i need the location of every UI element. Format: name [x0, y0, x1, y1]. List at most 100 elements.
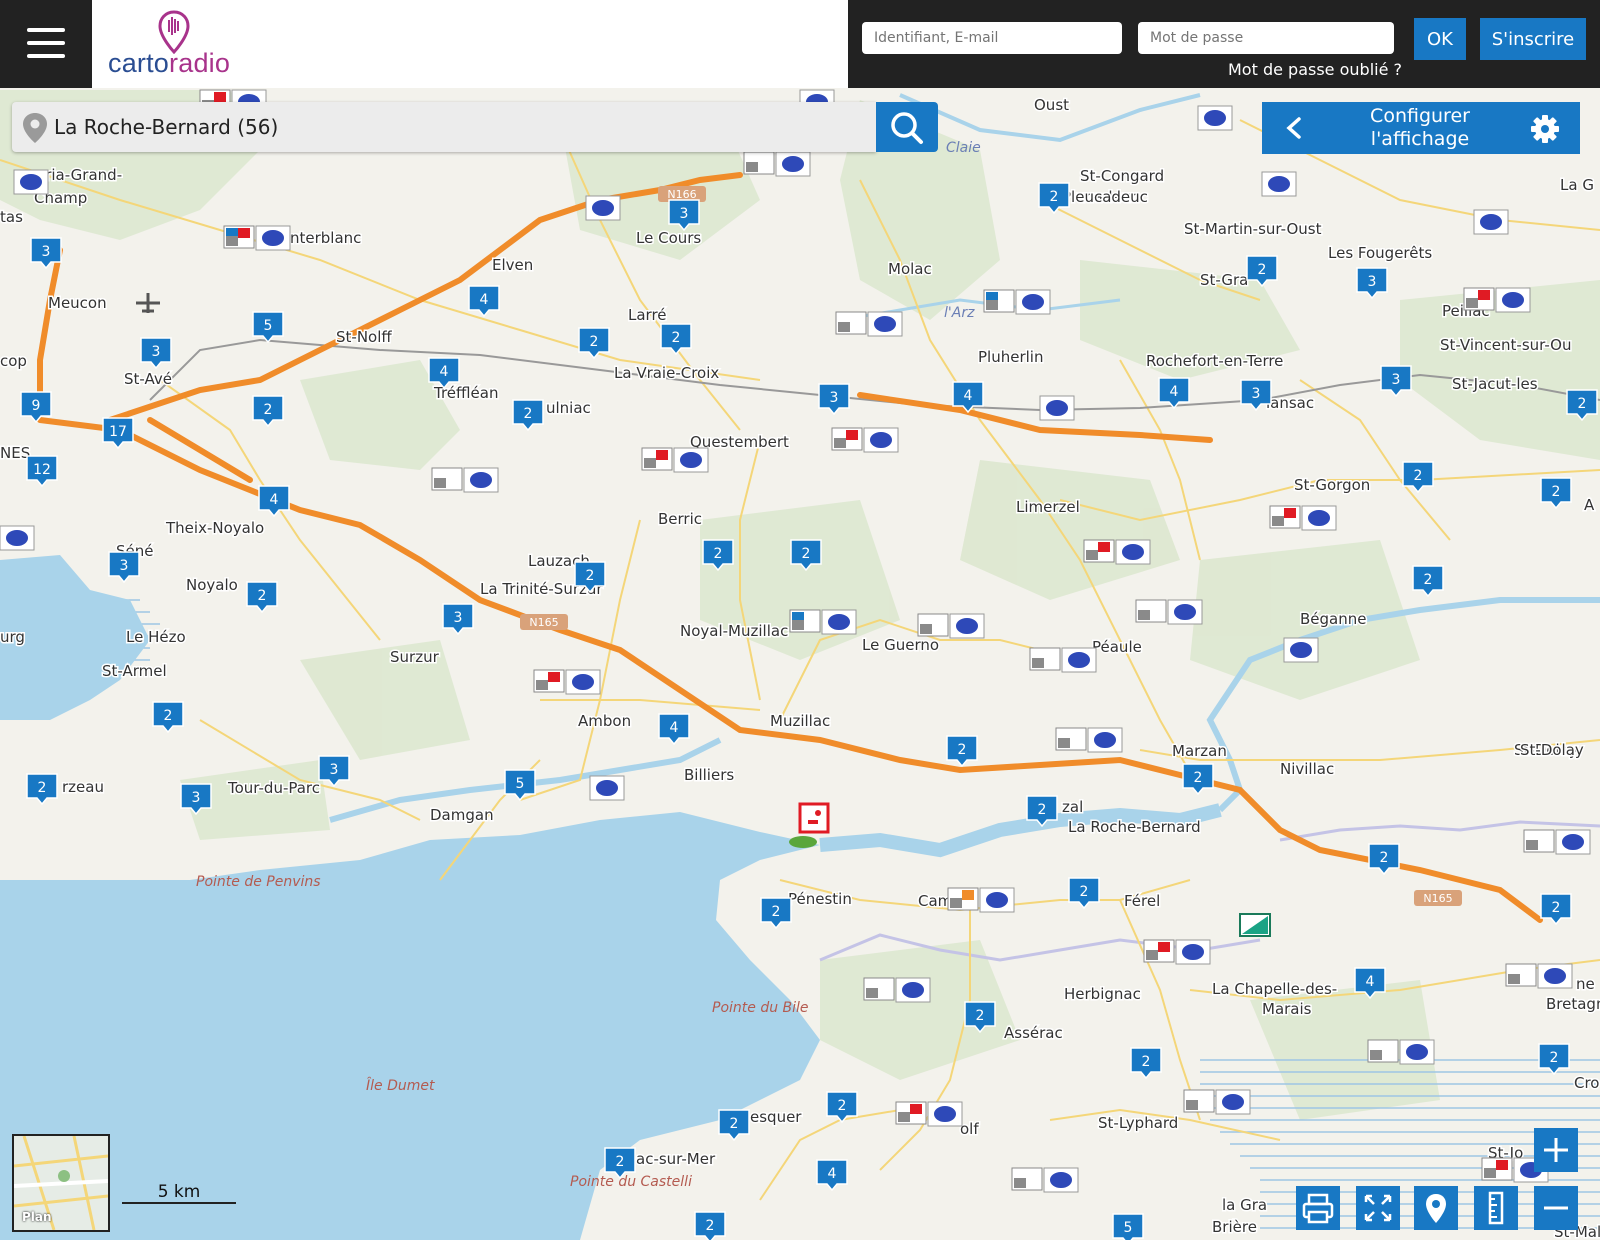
antenna-count-marker[interactable]: 5: [1112, 1213, 1144, 1240]
operator-site-icon[interactable]: [1523, 829, 1591, 855]
operator-site-icon[interactable]: [947, 887, 1015, 913]
road-label-N165: N165: [520, 614, 568, 630]
marker-count: 3: [330, 762, 339, 778]
town-label: St-Lyphard: [1098, 1114, 1178, 1132]
operator-tv-ellipse: [1066, 650, 1092, 670]
operator-site-icon[interactable]: [983, 289, 1051, 315]
operator-site-icon[interactable]: [1367, 1039, 1435, 1065]
marker-count: 5: [1124, 1220, 1133, 1236]
operator-tv-ellipse: [1020, 292, 1046, 312]
town-label: Noyalo: [186, 576, 238, 594]
operator-site-icon[interactable]: [789, 609, 857, 635]
map-canvas[interactable]: N166 N165 N165 aria-Grand-Champnterblanc…: [0, 0, 1600, 1240]
ok-button[interactable]: OK: [1414, 18, 1466, 60]
operator-site-icon[interactable]: [1083, 539, 1151, 565]
operator-site-icon[interactable]: [0, 525, 35, 551]
username-input[interactable]: [862, 22, 1122, 54]
zoom-in-button[interactable]: [1534, 1128, 1578, 1172]
operator-tv-ellipse: [1048, 1170, 1074, 1190]
operator-tv-ellipse: [1180, 942, 1206, 962]
operator-site-icon[interactable]: [1011, 1167, 1079, 1193]
place-label: Claie: [946, 140, 981, 156]
operator-site-icon[interactable]: [1505, 963, 1573, 989]
marker-count: 4: [480, 292, 489, 308]
hamburger-menu-icon[interactable]: [27, 26, 65, 60]
marker-count: 2: [1080, 884, 1089, 900]
marker-count: 2: [1414, 468, 1423, 484]
operator-site-icon[interactable]: [13, 169, 49, 195]
zoom-out-button[interactable]: [1534, 1186, 1578, 1230]
operator-site-icon[interactable]: [585, 195, 621, 221]
operator-site-icon[interactable]: [895, 1101, 963, 1127]
marker-count: 2: [524, 406, 533, 422]
operator-tv-ellipse: [1202, 108, 1228, 128]
operator-sfr-chip: [1146, 950, 1158, 960]
signup-button[interactable]: S'inscrire: [1480, 18, 1586, 60]
operator-site-icon[interactable]: [1463, 287, 1531, 313]
operator-site-icon[interactable]: [1283, 637, 1319, 663]
operator-color-chip: [238, 228, 250, 238]
operator-site-icon[interactable]: [589, 775, 625, 801]
operator-site-icon[interactable]: [1269, 505, 1337, 531]
measure-button[interactable]: [1474, 1186, 1518, 1230]
operator-flag-icon[interactable]: [1239, 913, 1271, 937]
operator-site-icon[interactable]: [1261, 171, 1297, 197]
town-label: A: [1584, 496, 1595, 514]
location-search-box[interactable]: La Roche-Bernard (56): [12, 102, 876, 152]
marker-count: 9: [32, 398, 41, 414]
town-label: Marais: [1262, 1000, 1312, 1018]
configure-display-button[interactable]: Configurer l'affichage: [1262, 102, 1580, 154]
chevron-left-icon: [1286, 117, 1301, 139]
fullscreen-button[interactable]: [1356, 1186, 1400, 1230]
town-label: Larré: [628, 306, 667, 324]
marker-count: 3: [1252, 386, 1261, 402]
operator-site-icon[interactable]: [743, 151, 811, 177]
marker-count: 2: [1194, 770, 1203, 786]
search-button[interactable]: [876, 102, 938, 152]
operator-site-icon[interactable]: [533, 669, 601, 695]
ruler-icon: [1488, 1191, 1504, 1225]
operator-site-icon[interactable]: [1135, 599, 1203, 625]
locate-button[interactable]: [1414, 1186, 1458, 1230]
operator-site-icon[interactable]: [863, 977, 931, 1003]
operator-tv-ellipse: [1266, 174, 1292, 194]
password-input[interactable]: [1138, 22, 1394, 54]
operator-tv-ellipse: [954, 616, 980, 636]
operator-sfr-chip: [746, 162, 758, 172]
town-label: Férel: [1124, 892, 1160, 910]
brand-logo[interactable]: cartoradio: [108, 48, 230, 79]
operator-site-icon[interactable]: [431, 467, 499, 493]
operator-tv-ellipse: [932, 1104, 958, 1124]
minus-icon: [1544, 1206, 1568, 1210]
plan-label: Plan: [22, 1210, 52, 1224]
marker-count: 12: [33, 462, 51, 478]
forgot-password-link[interactable]: Mot de passe oublié ?: [1228, 60, 1402, 79]
operator-sfr-chip: [792, 620, 804, 630]
print-button[interactable]: [1296, 1186, 1340, 1230]
town-label: aria-Grand-: [36, 166, 122, 184]
operator-color-chip: [910, 1104, 922, 1114]
operator-site-icon[interactable]: [1029, 647, 1097, 673]
antenna-count-marker[interactable]: 2: [694, 1211, 726, 1240]
operator-site-icon[interactable]: [1473, 209, 1509, 235]
marker-count: 2: [976, 1008, 985, 1024]
operator-site-icon[interactable]: [835, 311, 903, 337]
marker-count: 2: [1552, 484, 1561, 500]
town-label: La Roche-Bernard: [1068, 818, 1201, 836]
operator-site-icon[interactable]: [1055, 727, 1123, 753]
town-label: Berric: [658, 510, 702, 528]
operator-site-icon[interactable]: [223, 225, 291, 251]
town-label: NES: [0, 444, 30, 462]
operator-sfr-chip: [1272, 516, 1284, 526]
plan-layer-thumbnail[interactable]: Plan: [12, 1134, 110, 1232]
marker-count: 17: [109, 424, 127, 440]
operator-site-icon[interactable]: [917, 613, 985, 639]
operator-site-icon[interactable]: [1183, 1089, 1251, 1115]
operator-sfr-chip: [434, 478, 446, 488]
marker-count: 3: [152, 344, 161, 360]
operator-site-icon[interactable]: [1197, 105, 1233, 131]
operator-site-icon[interactable]: [1039, 395, 1075, 421]
operator-site-icon[interactable]: [641, 447, 709, 473]
operator-site-icon[interactable]: [1143, 939, 1211, 965]
operator-site-icon[interactable]: [831, 427, 899, 453]
